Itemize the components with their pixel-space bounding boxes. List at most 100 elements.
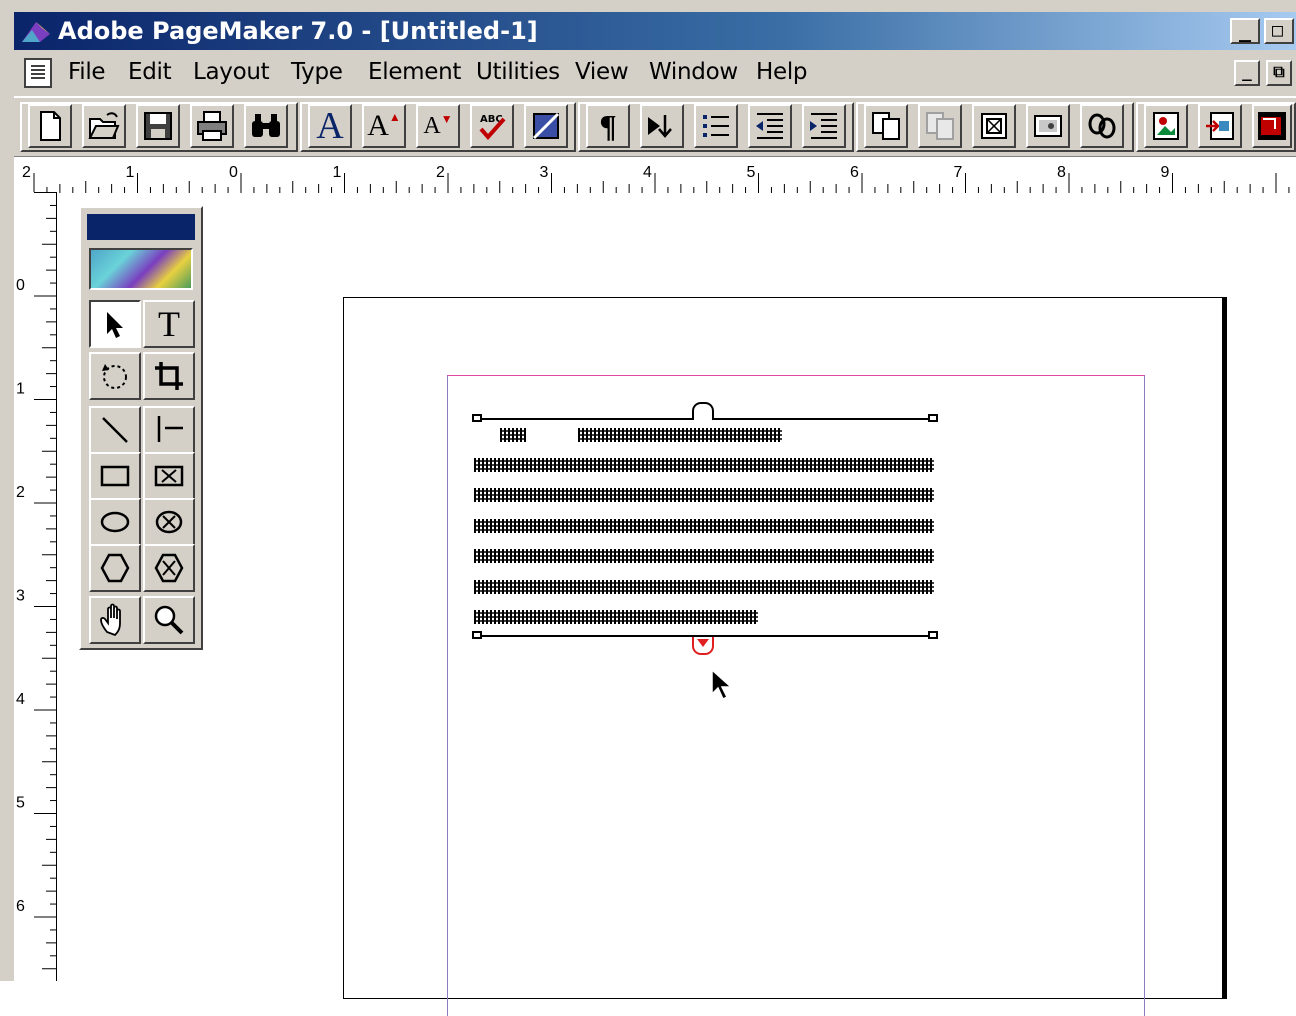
fill-stroke-button[interactable] — [524, 104, 568, 148]
greeked-text-line — [474, 458, 934, 472]
decrease-size-icon: A — [423, 112, 441, 139]
polygon-frame-icon — [154, 553, 184, 583]
top-left-handle[interactable] — [472, 414, 482, 422]
toolbar: A A ▲ A ▼ ABC ¶ — [14, 96, 1296, 156]
menu-window[interactable]: Window — [649, 59, 738, 85]
mouse-pointer-icon — [711, 668, 733, 701]
bottom-windowshade-handle[interactable] — [692, 637, 714, 655]
polygon-frame-tool[interactable] — [143, 544, 195, 592]
copy-page-icon — [872, 112, 900, 140]
vertical-ruler-ticks: 0 1 2 3 4 5 6 — [16, 192, 56, 970]
polygon-tool[interactable] — [89, 544, 141, 592]
image-button[interactable] — [1026, 104, 1070, 148]
greeked-text-line — [578, 428, 782, 442]
color-button[interactable] — [1252, 104, 1292, 148]
polygon-icon — [100, 553, 130, 583]
toolbox-palette[interactable]: T — [79, 206, 203, 650]
text-tool[interactable]: T — [143, 300, 195, 348]
greeked-text-line — [500, 428, 526, 442]
document-page[interactable] — [343, 297, 1223, 1016]
save-button[interactable] — [136, 104, 180, 148]
bullets-button[interactable] — [694, 104, 738, 148]
minimize-button[interactable]: _ — [1230, 18, 1260, 44]
document-control-icon[interactable] — [24, 58, 52, 88]
spelling-button[interactable]: ABC — [470, 104, 514, 148]
pasteboard[interactable] — [57, 193, 1296, 1016]
outdent-button[interactable] — [802, 104, 846, 148]
indent-button[interactable] — [748, 104, 792, 148]
line-tool[interactable] — [89, 406, 141, 454]
crop-tool[interactable] — [143, 352, 195, 400]
zoom-tool[interactable] — [143, 596, 195, 644]
open-icon — [88, 112, 120, 139]
ellipse-frame-tool[interactable] — [143, 498, 195, 546]
find-icon — [252, 114, 280, 137]
rectangle-frame-tool[interactable] — [143, 452, 195, 500]
paragraph-button[interactable]: ¶ — [586, 104, 630, 148]
toolbox-logo — [89, 248, 193, 290]
overflow-arrow-icon — [697, 639, 709, 647]
pointer-tool[interactable] — [89, 300, 141, 348]
greeked-text-line — [474, 610, 758, 624]
ruler-label: 0 — [16, 277, 25, 294]
character-format-button[interactable]: A — [308, 104, 352, 148]
maximize-button[interactable]: □ — [1264, 18, 1294, 44]
menu-view[interactable]: View — [575, 59, 629, 85]
ruler-label: 4 — [643, 164, 652, 181]
rectangle-tool[interactable] — [89, 452, 141, 500]
menu-edit[interactable]: Edit — [128, 59, 172, 85]
place-text-button[interactable] — [640, 104, 684, 148]
menu-help[interactable]: Help — [756, 59, 808, 85]
new-button[interactable] — [28, 104, 72, 148]
menu-type[interactable]: Type — [291, 59, 343, 85]
place-image-button[interactable] — [1144, 104, 1188, 148]
copy-page-button[interactable] — [864, 104, 908, 148]
title-bar[interactable]: Adobe PageMaker 7.0 - [Untitled-1] _ □ — [14, 12, 1296, 50]
vertical-ruler[interactable]: 0 1 2 3 4 5 6 — [14, 192, 57, 981]
decrease-size-button[interactable]: A ▼ — [416, 104, 460, 148]
menu-layout[interactable]: Layout — [193, 59, 270, 85]
menu-element[interactable]: Element — [368, 59, 461, 85]
pointer-icon — [107, 312, 123, 338]
increase-arrow-icon: ▲ — [388, 110, 401, 124]
horizontal-ruler-ticks: 2 1 0 1 2 3 4 5 6 7 8 9 — [22, 164, 1290, 193]
links-icon — [1088, 113, 1116, 139]
character-format-icon: A — [316, 105, 344, 147]
open-button[interactable] — [82, 104, 126, 148]
bottom-right-handle[interactable] — [928, 631, 938, 639]
paste-page-button[interactable] — [918, 104, 962, 148]
bottom-left-handle[interactable] — [472, 631, 482, 639]
toolbox-title-bar[interactable] — [87, 214, 195, 240]
indent-icon — [756, 113, 783, 139]
horizontal-ruler[interactable]: 2 1 0 1 2 3 4 5 6 7 8 9 — [14, 156, 1296, 194]
find-button[interactable] — [244, 104, 288, 148]
top-right-handle[interactable] — [928, 414, 938, 422]
document-minimize-button[interactable]: _ — [1234, 60, 1260, 86]
ruler-label: 1 — [333, 164, 342, 181]
save-icon — [144, 112, 172, 140]
document-restore-button[interactable]: ⧉ — [1266, 60, 1292, 86]
ruler-label: 3 — [16, 588, 25, 605]
ruler-label: 7 — [954, 164, 963, 181]
print-button[interactable] — [190, 104, 234, 148]
ruler-label: 5 — [747, 164, 756, 181]
frame-button[interactable] — [972, 104, 1016, 148]
menu-file[interactable]: File — [68, 59, 106, 85]
text-block[interactable] — [472, 398, 942, 655]
increase-size-button[interactable]: A ▲ — [362, 104, 406, 148]
decrease-arrow-icon: ▼ — [440, 112, 453, 126]
color-icon — [1258, 112, 1286, 140]
rotate-icon — [102, 364, 127, 389]
constrained-line-tool[interactable] — [143, 406, 195, 454]
ruler-label: 2 — [436, 164, 445, 181]
rotate-tool[interactable] — [89, 352, 141, 400]
ruler-label: 8 — [1057, 164, 1066, 181]
ruler-label: 1 — [16, 381, 25, 398]
export-button[interactable] — [1198, 104, 1242, 148]
hand-tool[interactable] — [89, 596, 141, 644]
crop-icon — [155, 362, 183, 390]
links-button[interactable] — [1080, 104, 1124, 148]
top-windowshade-handle[interactable] — [692, 402, 714, 420]
ellipse-tool[interactable] — [89, 498, 141, 546]
menu-utilities[interactable]: Utilities — [476, 59, 560, 85]
